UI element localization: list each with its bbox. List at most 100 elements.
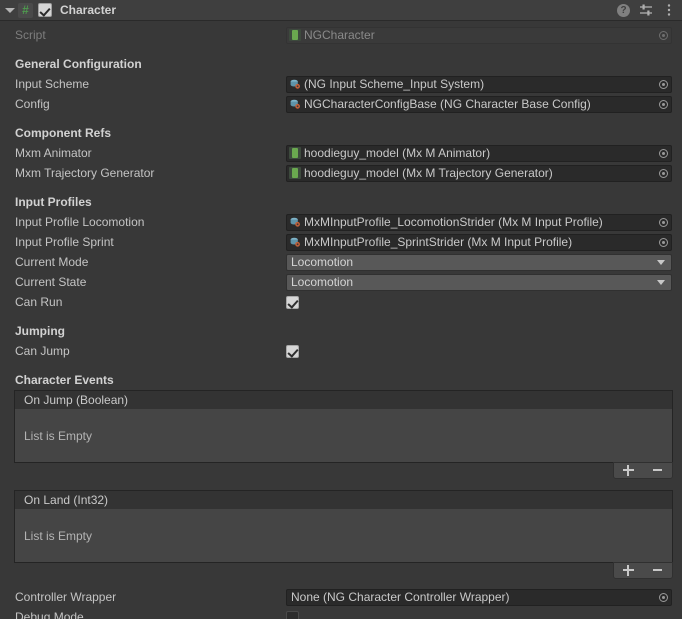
input-scheme-value: (NG Input Scheme_Input System) <box>304 77 485 91</box>
inspector-panel: # Character ? Script NGCharacter General… <box>0 0 682 619</box>
on-jump-list-buttons <box>613 462 673 479</box>
input-scheme-field[interactable]: (NG Input Scheme_Input System) <box>286 75 672 93</box>
header-icon-group: ? <box>617 3 676 17</box>
row-config: Config NGCharacterConfigBase (NG Charact… <box>0 94 682 114</box>
mxm-trajectory-generator-label: Mxm Trajectory Generator <box>15 166 155 180</box>
config-label: Config <box>15 97 50 111</box>
current-mode-field[interactable]: Locomotion <box>286 253 672 271</box>
on-land-header: On Land (Int32) <box>14 490 673 509</box>
object-picker-icon <box>655 28 671 43</box>
row-mxm-animator: Mxm Animator hoodieguy_model (Mx M Anima… <box>0 143 682 163</box>
script-row: Script NGCharacter <box>0 25 682 45</box>
mxm-animator-label: Mxm Animator <box>15 146 92 160</box>
preset-icon[interactable] <box>639 3 653 17</box>
on-land-add-button[interactable] <box>614 565 643 576</box>
input-profile-sprint-value: MxMInputProfile_SprintStrider (Mx M Inpu… <box>304 235 573 249</box>
foldout-triangle-icon[interactable] <box>4 4 16 16</box>
component-enabled-checkbox[interactable] <box>38 3 52 17</box>
current-mode-label: Current Mode <box>15 255 89 269</box>
controller-wrapper-field[interactable]: None (NG Character Controller Wrapper) <box>286 588 672 606</box>
row-debug-mode: Debug Mode <box>0 607 682 619</box>
input-scheme-label: Input Scheme <box>15 77 90 91</box>
component-header[interactable]: # Character ? <box>0 0 682 21</box>
on-jump-footer <box>14 462 673 481</box>
can-jump-field[interactable] <box>286 344 672 358</box>
debug-mode-checkbox[interactable] <box>286 610 299 619</box>
input-profile-locomotion-object-field[interactable]: MxMInputProfile_LocomotionStrider (Mx M … <box>286 213 672 231</box>
current-state-label: Current State <box>15 275 87 289</box>
config-object-field[interactable]: NGCharacterConfigBase (NG Character Base… <box>286 95 672 113</box>
on-land-list-buttons <box>613 562 673 579</box>
input-profile-sprint-label: Input Profile Sprint <box>15 235 114 249</box>
current-state-dropdown[interactable]: Locomotion <box>286 273 672 291</box>
input-profile-locomotion-field[interactable]: MxMInputProfile_LocomotionStrider (Mx M … <box>286 213 672 231</box>
inspector-body: Script NGCharacter General Configuration… <box>0 25 682 619</box>
mxm-animator-value: hoodieguy_model (Mx M Animator) <box>304 146 491 160</box>
scriptable-object-icon <box>289 236 301 248</box>
event-on-jump: On Jump (Boolean) List is Empty <box>14 390 673 481</box>
row-current-mode: Current Mode Locomotion <box>0 252 682 272</box>
minus-icon <box>652 465 663 476</box>
object-picker-icon[interactable] <box>655 235 671 250</box>
object-picker-icon[interactable] <box>655 590 671 605</box>
script-label: Script <box>15 28 46 42</box>
current-state-field[interactable]: Locomotion <box>286 273 672 291</box>
more-menu-icon[interactable] <box>662 3 676 17</box>
mxm-trajectory-generator-field[interactable]: hoodieguy_model (Mx M Trajectory Generat… <box>286 164 672 182</box>
on-land-empty-text: List is Empty <box>14 509 673 563</box>
section-character-events: Character Events <box>15 372 114 387</box>
on-land-footer <box>14 562 673 581</box>
object-picker-icon[interactable] <box>655 215 671 230</box>
section-general-configuration: General Configuration <box>15 56 142 71</box>
on-jump-remove-button[interactable] <box>643 465 672 476</box>
object-picker-icon[interactable] <box>655 146 671 161</box>
scriptable-object-icon <box>289 98 301 110</box>
controller-wrapper-object-field[interactable]: None (NG Character Controller Wrapper) <box>286 588 672 606</box>
current-state-value: Locomotion <box>291 275 354 289</box>
on-land-remove-button[interactable] <box>643 565 672 576</box>
input-scheme-object-field[interactable]: (NG Input Scheme_Input System) <box>286 75 672 93</box>
mxm-animator-field[interactable]: hoodieguy_model (Mx M Animator) <box>286 144 672 162</box>
input-profile-locomotion-value: MxMInputProfile_LocomotionStrider (Mx M … <box>304 215 603 229</box>
mxm-trajectory-generator-value: hoodieguy_model (Mx M Trajectory Generat… <box>304 166 553 180</box>
debug-mode-field[interactable] <box>286 610 672 619</box>
object-picker-icon[interactable] <box>655 97 671 112</box>
mxm-animator-object-field[interactable]: hoodieguy_model (Mx M Animator) <box>286 144 672 162</box>
controller-wrapper-value: None (NG Character Controller Wrapper) <box>291 590 510 604</box>
script-field: NGCharacter <box>286 26 672 44</box>
config-field[interactable]: NGCharacterConfigBase (NG Character Base… <box>286 95 672 113</box>
input-profile-locomotion-label: Input Profile Locomotion <box>15 215 145 229</box>
can-run-field[interactable] <box>286 295 672 309</box>
object-picker-icon[interactable] <box>655 166 671 181</box>
script-value: NGCharacter <box>304 28 375 42</box>
on-jump-empty-text: List is Empty <box>14 409 673 463</box>
input-profile-sprint-field[interactable]: MxMInputProfile_SprintStrider (Mx M Inpu… <box>286 233 672 251</box>
row-current-state: Current State Locomotion <box>0 272 682 292</box>
section-jumping: Jumping <box>15 323 65 338</box>
prefab-icon <box>289 147 301 159</box>
section-component-refs: Component Refs <box>15 125 111 140</box>
on-jump-add-button[interactable] <box>614 465 643 476</box>
scriptable-object-icon <box>289 78 301 90</box>
object-picker-icon[interactable] <box>655 77 671 92</box>
mxm-trajectory-generator-object-field[interactable]: hoodieguy_model (Mx M Trajectory Generat… <box>286 164 672 182</box>
chevron-down-icon <box>657 259 665 265</box>
row-controller-wrapper: Controller Wrapper None (NG Character Co… <box>0 587 682 607</box>
controller-wrapper-label: Controller Wrapper <box>15 590 117 604</box>
can-jump-checkbox[interactable] <box>286 344 299 358</box>
current-mode-dropdown[interactable]: Locomotion <box>286 253 672 271</box>
can-jump-label: Can Jump <box>15 344 70 358</box>
can-run-checkbox[interactable] <box>286 295 299 309</box>
can-run-label: Can Run <box>15 295 63 309</box>
chevron-down-icon <box>657 279 665 285</box>
input-profile-sprint-object-field[interactable]: MxMInputProfile_SprintStrider (Mx M Inpu… <box>286 233 672 251</box>
debug-mode-label: Debug Mode <box>15 610 84 619</box>
section-input-profiles: Input Profiles <box>15 194 92 209</box>
minus-icon <box>652 565 663 576</box>
config-value: NGCharacterConfigBase (NG Character Base… <box>304 97 591 111</box>
plus-icon <box>623 565 634 576</box>
prefab-script-icon <box>289 29 301 41</box>
help-icon[interactable]: ? <box>617 3 630 17</box>
row-input-profile-sprint: Input Profile Sprint MxMInputProfile_Spr… <box>0 232 682 252</box>
row-mxm-trajectory-generator: Mxm Trajectory Generator hoodieguy_model… <box>0 163 682 183</box>
